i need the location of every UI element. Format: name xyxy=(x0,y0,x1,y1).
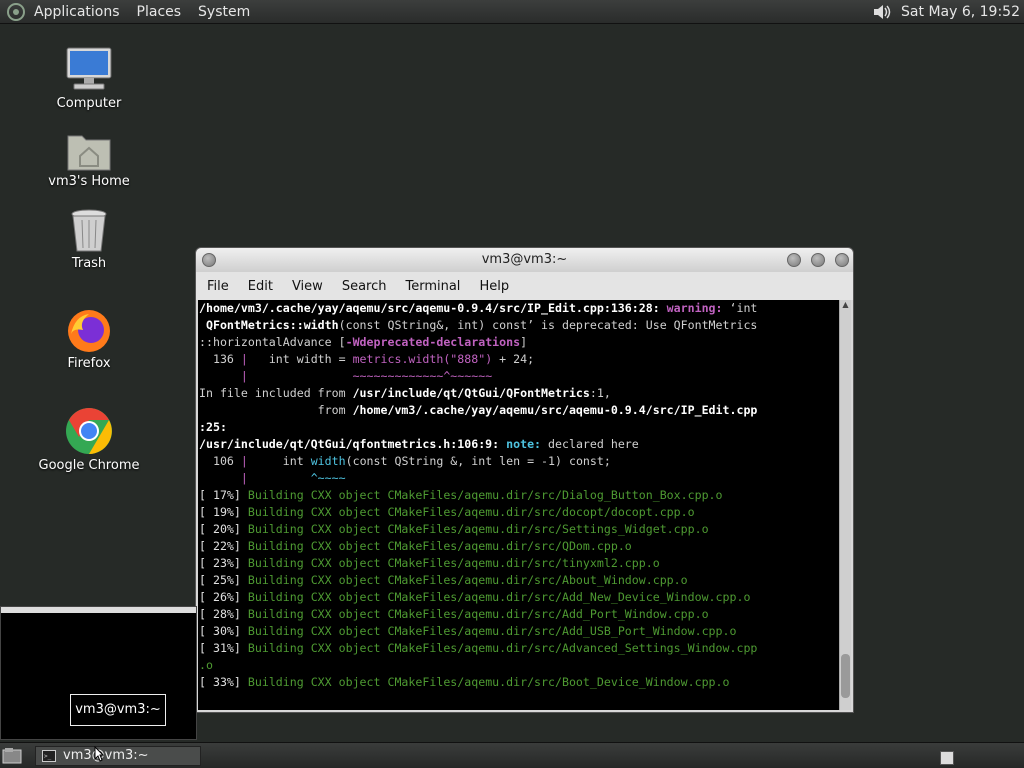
menu-places[interactable]: Places xyxy=(137,4,182,20)
terminal-menubar: File Edit View Search Terminal Help xyxy=(196,272,853,300)
terminal-line: [ 17%] Building CXX object CMakeFiles/aq… xyxy=(199,488,723,502)
close-button[interactable] xyxy=(835,253,849,267)
chrome-icon xyxy=(66,408,112,454)
terminal-line: [ 30%] Building CXX object CMakeFiles/aq… xyxy=(199,624,737,638)
gnome-foot-icon[interactable] xyxy=(6,2,26,22)
terminal-icon: >_ xyxy=(42,750,56,762)
firefox-icon xyxy=(68,310,110,352)
desktop-icon-firefox[interactable]: Firefox xyxy=(29,308,149,371)
menu-file[interactable]: File xyxy=(207,279,229,294)
terminal-output[interactable]: /home/vm3/.cache/yay/aqemu/src/aqemu-0.9… xyxy=(198,300,839,710)
terminal-line: from /home/vm3/.cache/yay/aqemu/src/aqem… xyxy=(199,403,758,417)
terminal-line: [ 23%] Building CXX object CMakeFiles/aq… xyxy=(199,556,660,570)
workspace-switcher[interactable] xyxy=(940,751,954,765)
bottom-panel: >_ vm3@vm3:~ xyxy=(0,742,1024,768)
desktop-icon-home[interactable]: vm3's Home xyxy=(29,128,149,189)
trash-icon xyxy=(71,209,107,252)
terminal-scrollbar[interactable]: ▲ xyxy=(839,300,851,710)
desktop-icon-label: Firefox xyxy=(67,356,111,371)
menu-applications[interactable]: Applications xyxy=(34,4,120,20)
show-desktop-icon[interactable] xyxy=(2,747,22,765)
window-title: vm3@vm3:~ xyxy=(481,252,568,267)
thumbnail-menubar xyxy=(1,607,196,613)
desktop-icon-trash[interactable]: Trash xyxy=(29,208,149,271)
terminal-line: :25: xyxy=(199,420,227,434)
terminal-line: [ 22%] Building CXX object CMakeFiles/aq… xyxy=(199,539,632,553)
mouse-cursor-icon xyxy=(94,746,104,762)
desktop-icon-label: Trash xyxy=(71,256,107,271)
taskbar-terminal-button[interactable]: >_ vm3@vm3:~ xyxy=(35,746,201,766)
terminal-line: .o xyxy=(199,658,213,672)
terminal-line: /home/vm3/.cache/yay/aqemu/src/aqemu-0.9… xyxy=(199,301,758,315)
svg-text:>_: >_ xyxy=(44,753,52,760)
desktop-icon-label: vm3's Home xyxy=(48,174,130,189)
desktop-icon-chrome[interactable]: Google Chrome xyxy=(29,406,149,473)
menu-search[interactable]: Search xyxy=(342,279,387,294)
desktop-icon-label: Computer xyxy=(56,96,122,111)
terminal-line: | ^~~~~ xyxy=(240,471,346,485)
window-tooltip: vm3@vm3:~ xyxy=(70,694,166,726)
scroll-thumb[interactable] xyxy=(841,654,850,698)
maximize-button[interactable] xyxy=(811,253,825,267)
computer-icon xyxy=(66,47,112,90)
desktop-icon-label: Google Chrome xyxy=(38,458,140,473)
menu-terminal[interactable]: Terminal xyxy=(405,279,460,294)
terminal-line: 136 | int width = metrics.width("888") +… xyxy=(199,352,535,366)
window-menu-icon[interactable] xyxy=(202,253,216,267)
minimize-button[interactable] xyxy=(787,253,801,267)
terminal-line: In file included from /usr/include/qt/Qt… xyxy=(199,386,611,400)
terminal-line: [ 33%] Building CXX object CMakeFiles/aq… xyxy=(199,675,730,689)
menu-help[interactable]: Help xyxy=(479,279,509,294)
volume-icon[interactable] xyxy=(871,1,893,23)
scroll-up-icon[interactable]: ▲ xyxy=(840,300,851,312)
terminal-line: [ 28%] Building CXX object CMakeFiles/aq… xyxy=(199,607,709,621)
terminal-line: 106 | int width(const QString &, int len… xyxy=(199,454,611,468)
top-panel: Applications Places System Sat May 6, 19… xyxy=(0,0,1024,24)
terminal-window[interactable]: vm3@vm3:~ File Edit View Search Terminal… xyxy=(195,247,854,713)
desktop-icon-computer[interactable]: Computer xyxy=(29,46,149,111)
terminal-line: [ 31%] Building CXX object CMakeFiles/aq… xyxy=(199,641,758,655)
menu-system[interactable]: System xyxy=(198,4,250,20)
terminal-line: /usr/include/qt/QtGui/qfontmetrics.h:106… xyxy=(199,437,639,451)
window-titlebar[interactable]: vm3@vm3:~ xyxy=(196,248,853,272)
terminal-line: [ 19%] Building CXX object CMakeFiles/aq… xyxy=(199,505,695,519)
terminal-line: ::horizontalAdvance [-Wdeprecated-declar… xyxy=(199,335,528,349)
terminal-line: QFontMetrics::width(const QString&, int)… xyxy=(205,318,758,332)
terminal-line: [ 26%] Building CXX object CMakeFiles/aq… xyxy=(199,590,751,604)
taskbar-button-label: vm3@vm3:~ xyxy=(63,748,149,763)
clock[interactable]: Sat May 6, 19:52 xyxy=(901,4,1020,20)
menu-edit[interactable]: Edit xyxy=(248,279,273,294)
home-folder-icon xyxy=(67,135,111,171)
terminal-line: [ 25%] Building CXX object CMakeFiles/aq… xyxy=(199,573,688,587)
terminal-line: [ 20%] Building CXX object CMakeFiles/aq… xyxy=(199,522,709,536)
terminal-line: | ~~~~~~~~~~~~~^~~~~~~ xyxy=(240,369,493,383)
menu-view[interactable]: View xyxy=(292,279,323,294)
